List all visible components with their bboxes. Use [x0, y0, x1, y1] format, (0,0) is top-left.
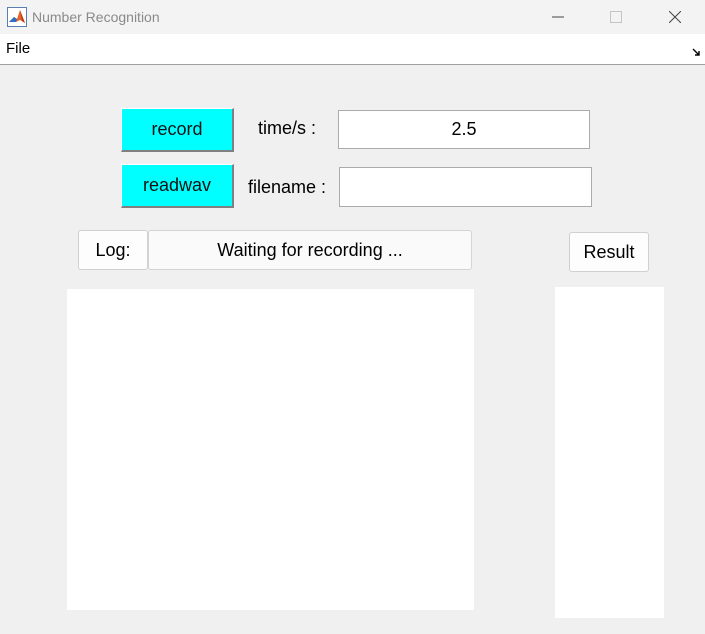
minimize-button[interactable]: [535, 0, 581, 34]
close-icon: [669, 11, 681, 23]
maximize-button[interactable]: [593, 0, 639, 34]
record-button[interactable]: record: [121, 108, 234, 152]
readwav-button[interactable]: readwav: [121, 164, 234, 208]
menu-file[interactable]: File: [6, 41, 30, 57]
matlab-icon: [7, 7, 27, 27]
log-button[interactable]: Log:: [78, 230, 148, 270]
menu-bar: File: [0, 34, 705, 65]
time-input[interactable]: [338, 110, 590, 149]
waveform-panel: [67, 289, 474, 610]
time-label: time/s :: [258, 118, 317, 138]
filename-label: filename :: [248, 177, 327, 197]
status-display: Waiting for recording ...: [148, 230, 472, 270]
title-bar: Number Recognition: [0, 0, 705, 34]
result-button[interactable]: Result: [569, 232, 649, 272]
maximize-icon: [610, 11, 622, 23]
result-panel: [555, 287, 664, 618]
filename-input[interactable]: [339, 167, 592, 207]
window-title: Number Recognition: [32, 9, 160, 25]
close-button[interactable]: [652, 0, 698, 34]
toolbar-arrow-icon[interactable]: [692, 44, 701, 62]
minimize-icon: [552, 16, 564, 18]
